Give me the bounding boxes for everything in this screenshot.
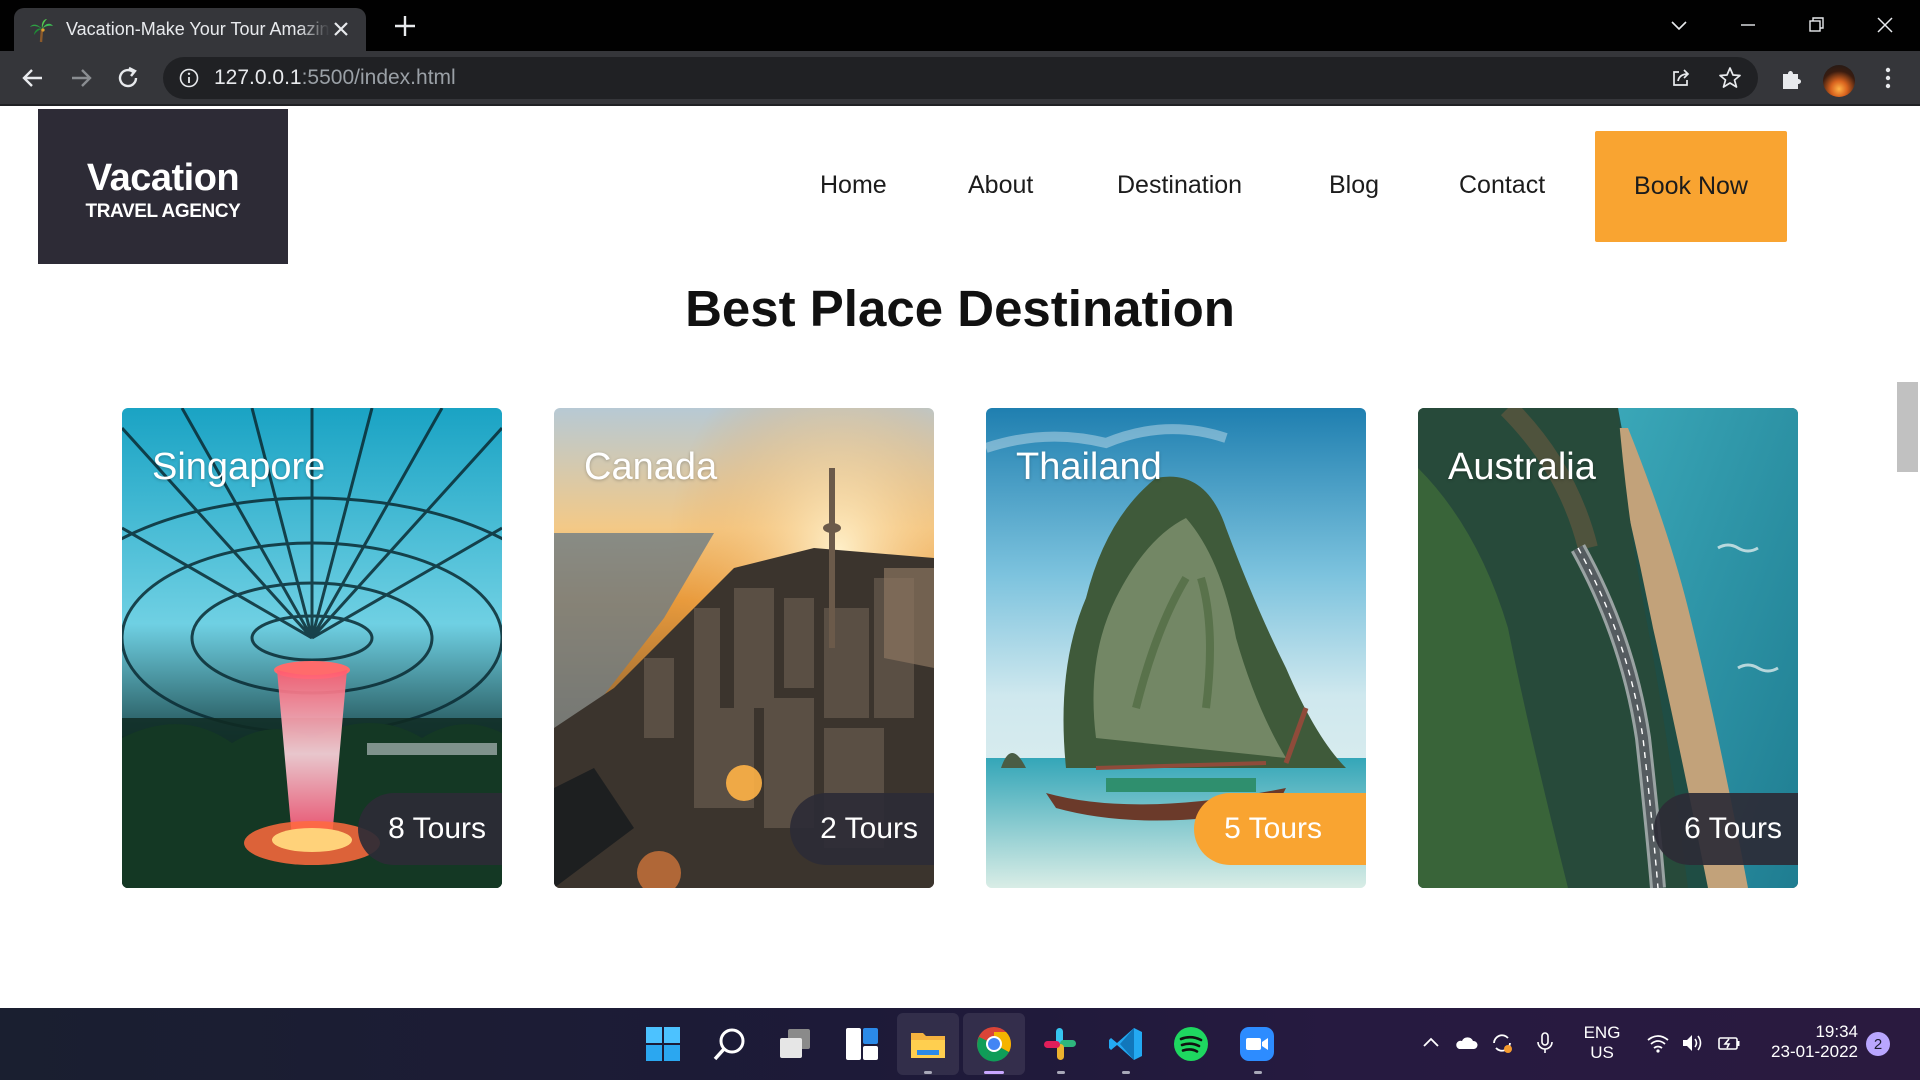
new-tab-icon[interactable] xyxy=(392,13,418,39)
task-view-icon[interactable] xyxy=(776,1025,814,1063)
extensions-icon[interactable] xyxy=(1777,65,1805,93)
wifi-icon[interactable] xyxy=(1645,1030,1671,1056)
tours-badge: 8 Tours xyxy=(358,793,502,865)
reload-icon[interactable] xyxy=(114,64,142,92)
search-icon[interactable] xyxy=(711,1025,749,1063)
destination-card-australia[interactable]: Australia 6 Tours xyxy=(1418,408,1798,888)
palm-tree-icon xyxy=(30,18,53,42)
bookmark-star-icon[interactable] xyxy=(1717,65,1743,91)
book-now-button[interactable]: Book Now xyxy=(1595,131,1787,242)
slack-icon[interactable] xyxy=(1041,1025,1079,1063)
tab-search-chevron-icon[interactable] xyxy=(1664,10,1694,40)
sync-icon[interactable] xyxy=(1489,1030,1515,1056)
browser-tab[interactable]: Vacation-Make Your Tour Amazing xyxy=(14,8,366,51)
destination-name: Thailand xyxy=(1016,446,1162,488)
onedrive-icon[interactable] xyxy=(1453,1030,1479,1056)
show-hidden-icons-chevron[interactable] xyxy=(1418,1030,1444,1056)
site-info-icon[interactable] xyxy=(178,67,200,89)
running-indicator xyxy=(924,1071,932,1074)
region-code: US xyxy=(1590,1043,1614,1062)
nav-destination[interactable]: Destination xyxy=(1117,171,1242,200)
url-host: 127.0.0.1 xyxy=(214,66,302,89)
back-icon[interactable] xyxy=(19,64,47,92)
minimize-icon[interactable] xyxy=(1733,10,1763,40)
forward-icon[interactable] xyxy=(67,64,95,92)
widgets-icon[interactable] xyxy=(843,1025,881,1063)
tours-badge: 5 Tours xyxy=(1194,793,1366,865)
clock-time: 19:34 xyxy=(1815,1022,1858,1041)
file-explorer-icon[interactable] xyxy=(909,1025,947,1063)
start-icon[interactable] xyxy=(644,1025,682,1063)
language-code: ENG xyxy=(1583,1023,1621,1042)
destination-name: Australia xyxy=(1448,446,1596,488)
page-scrollbar-thumb[interactable] xyxy=(1897,382,1918,472)
microphone-icon[interactable] xyxy=(1532,1030,1558,1056)
browser-toolbar: 127.0.0.1:5500/index.html xyxy=(0,51,1920,106)
notification-badge[interactable]: 2 xyxy=(1866,1032,1890,1056)
tab-title: Vacation-Make Your Tour Amazing xyxy=(66,19,330,39)
url-path: :5500/index.html xyxy=(301,66,456,89)
nav-home[interactable]: Home xyxy=(820,171,887,200)
address-bar[interactable]: 127.0.0.1:5500/index.html xyxy=(163,57,1758,99)
running-indicator xyxy=(1057,1071,1065,1074)
nav-about[interactable]: About xyxy=(968,171,1033,200)
running-indicator xyxy=(1254,1071,1262,1074)
destination-name: Canada xyxy=(584,446,718,488)
vscode-icon[interactable] xyxy=(1107,1025,1145,1063)
active-indicator xyxy=(984,1071,1004,1074)
web-page: Vacation TRAVEL AGENCY Home About Destin… xyxy=(0,106,1920,1008)
nav-blog[interactable]: Blog xyxy=(1329,171,1379,200)
clock-date: 23-01-2022 xyxy=(1771,1042,1858,1061)
language-indicator[interactable]: ENG US xyxy=(1578,1023,1626,1063)
chrome-icon[interactable] xyxy=(975,1025,1013,1063)
windows-taskbar: ENG US 19:34 23-01-2022 2 xyxy=(0,1008,1920,1080)
restore-icon[interactable] xyxy=(1801,10,1831,40)
profile-avatar[interactable] xyxy=(1823,65,1855,97)
logo-name: Vacation xyxy=(86,157,240,199)
nav-contact[interactable]: Contact xyxy=(1459,171,1545,200)
destination-card-canada[interactable]: Canada 2 Tours xyxy=(554,408,934,888)
close-tab-icon[interactable] xyxy=(330,18,352,40)
battery-icon[interactable] xyxy=(1716,1030,1742,1056)
clock[interactable]: 19:34 23-01-2022 xyxy=(1758,1022,1858,1062)
volume-icon[interactable] xyxy=(1679,1030,1705,1056)
close-window-icon[interactable] xyxy=(1870,10,1900,40)
running-indicator xyxy=(1122,1071,1130,1074)
tours-badge: 2 Tours xyxy=(790,793,934,865)
destination-card-singapore[interactable]: Singapore 8 Tours xyxy=(122,408,502,888)
logo-tagline: TRAVEL AGENCY xyxy=(85,201,241,222)
destination-card-thailand[interactable]: Thailand 5 Tours xyxy=(986,408,1366,888)
destination-name: Singapore xyxy=(152,446,326,488)
section-title: Best Place Destination xyxy=(685,280,1235,337)
share-icon[interactable] xyxy=(1669,66,1693,90)
site-logo[interactable]: Vacation TRAVEL AGENCY xyxy=(38,109,288,264)
url-text[interactable]: 127.0.0.1:5500/index.html xyxy=(214,66,456,90)
browser-menu-icon[interactable] xyxy=(1874,64,1902,92)
spotify-icon[interactable] xyxy=(1172,1025,1210,1063)
zoom-icon[interactable] xyxy=(1238,1025,1276,1063)
tours-badge: 6 Tours xyxy=(1654,793,1798,865)
browser-tab-bar: Vacation-Make Your Tour Amazing xyxy=(0,0,1920,51)
